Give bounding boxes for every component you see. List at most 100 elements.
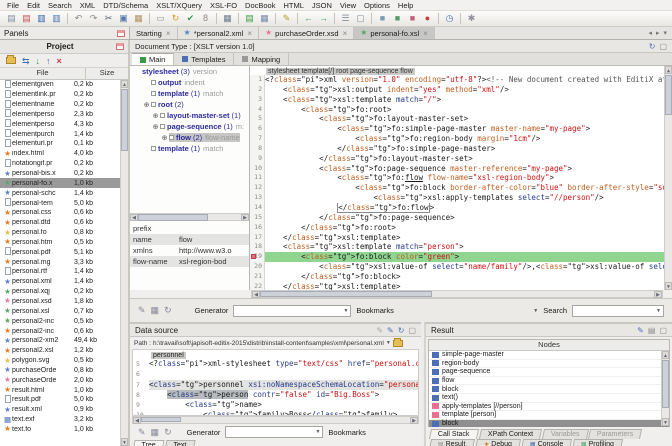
- node-row[interactable]: block: [429, 385, 669, 394]
- file-row[interactable]: ★personal2-xm249,4 kb: [0, 336, 120, 346]
- preview-icon[interactable]: ▭: [154, 12, 167, 25]
- forward-icon[interactable]: →: [317, 12, 330, 25]
- close-tab-icon[interactable]: ×: [343, 29, 348, 38]
- panels-float-icon[interactable]: [117, 30, 125, 37]
- element-green-icon[interactable]: ■: [391, 12, 404, 25]
- refresh-project-icon[interactable]: ⇆: [22, 56, 30, 66]
- menu-xslt-xquery[interactable]: XSLT/XQuery: [152, 1, 206, 10]
- save-icon[interactable]: ▥: [35, 12, 48, 25]
- data-source-line-8[interactable]: 8 <class="tg">person contr="false" id="B…: [133, 390, 418, 400]
- tree-item-flow[interactable]: ⊕flow(2)flow-name: [130, 132, 249, 143]
- file-row[interactable]: ★personal.dtd0,6 kb: [0, 218, 120, 228]
- tab-Starting[interactable]: Starting×: [130, 27, 178, 39]
- code-line-9[interactable]: 9 </class="tg">fo:layout-master-set>: [250, 154, 672, 164]
- file-row[interactable]: ★personal.xsl0,7 kb: [0, 306, 120, 316]
- file-row[interactable]: ▦text.exf3,2 kb: [0, 415, 120, 425]
- menu-json[interactable]: JSON: [308, 1, 336, 10]
- edit-result-icon[interactable]: ✎: [637, 326, 644, 335]
- code-line-8[interactable]: 8 </class="tg">fo:simple-page-master>: [250, 144, 672, 154]
- element-breadcrumb[interactable]: stylesheet template[/] root page-sequenc…: [250, 66, 672, 75]
- size-column-header[interactable]: Size: [86, 68, 128, 79]
- tab--personal2-xml[interactable]: ★*personal2.xml×: [178, 27, 259, 39]
- xslt-code-editor[interactable]: stylesheet template[/] root page-sequenc…: [250, 66, 672, 290]
- menu-xml[interactable]: XML: [76, 1, 99, 10]
- new-document-icon[interactable]: ▤: [5, 12, 18, 25]
- file-row[interactable]: ★result.html1,0 kb: [0, 385, 120, 395]
- code-line-7[interactable]: 7 <class="tg">fo:region-body margin="1cm…: [250, 134, 672, 144]
- code-line-2[interactable]: 2 <class="tg">xsl:output indent="yes" me…: [250, 85, 672, 95]
- file-row[interactable]: ★personal.htm0,5 kb: [0, 238, 120, 248]
- tab-personal-fo-xsl[interactable]: ★personal-fo.xsl×: [354, 27, 435, 39]
- node-row[interactable]: apply-templates [//person]: [429, 403, 669, 412]
- document-green-icon[interactable]: ▤: [243, 12, 256, 25]
- project-scrollbar[interactable]: ▲ ▼: [120, 80, 128, 446]
- project-float-icon[interactable]: [116, 43, 124, 50]
- generator-run-icon[interactable]: ↻: [164, 305, 172, 316]
- file-row[interactable]: ★personal2-inc0,6 kb: [0, 326, 120, 336]
- data-source-scrollbar[interactable]: ◀ ▶: [132, 416, 419, 424]
- file-row[interactable]: personal.rtf1,4 kb: [0, 267, 120, 277]
- scroll-right-icon[interactable]: ▶: [410, 417, 418, 424]
- data-source-tab-tree[interactable]: Tree: [133, 440, 164, 446]
- menu-search[interactable]: Search: [44, 1, 76, 10]
- file-row[interactable]: ★personal.xqj0,2 kb: [0, 287, 120, 297]
- tree-item-layout-master-set[interactable]: ⊕layout-master-set(1): [130, 110, 249, 121]
- edit-source-icon[interactable]: ✎: [387, 326, 394, 335]
- search-combo[interactable]: ▼: [572, 305, 664, 317]
- close-tab-icon[interactable]: ×: [247, 29, 252, 38]
- file-row[interactable]: ★personal.mg3,3 kb: [0, 257, 120, 267]
- bottom-tab-console[interactable]: ▦Console: [520, 439, 571, 446]
- file-row[interactable]: ★personal.xml1,4 kb: [0, 277, 120, 287]
- code-line-19[interactable]: 19 <class="tg">fo:block color="green">: [250, 252, 672, 262]
- tab-scroll-right-icon[interactable]: ▸: [656, 29, 660, 37]
- editor-tab-mapping[interactable]: Mapping: [234, 53, 289, 65]
- node-row[interactable]: page-sequence: [429, 368, 669, 377]
- code-line-10[interactable]: 10 <class="tg">fo:page-sequence master-r…: [250, 164, 672, 174]
- code-line-3[interactable]: 3 <class="tg">xsl:template match="/">: [250, 95, 672, 105]
- menu-file[interactable]: File: [3, 1, 23, 10]
- file-row[interactable]: elementpurch1,4 kb: [0, 129, 120, 139]
- edit-icon[interactable]: ✎: [280, 12, 293, 25]
- code-line-5[interactable]: 5 <class="tg">fo:layout-master-set>: [250, 114, 672, 124]
- schedule-icon[interactable]: ◷: [443, 12, 456, 25]
- file-row[interactable]: ★personal-fo.x1,0 kb: [0, 178, 120, 188]
- menu-docbook[interactable]: DocBook: [241, 1, 279, 10]
- file-row[interactable]: ★purchaseOrde2,0 kb: [0, 375, 120, 385]
- code-line-1[interactable]: 1<?class="pi">xml version="1.0" encoding…: [250, 75, 672, 85]
- code-line-15[interactable]: 15 </class="tg">fo:page-sequence>: [250, 213, 672, 223]
- node-row[interactable]: region-body: [429, 360, 669, 369]
- code-line-20[interactable]: 20 <class="tg">xsl:value-of select="name…: [250, 262, 672, 272]
- move-up-icon[interactable]: ↑: [46, 56, 51, 66]
- code-line-12[interactable]: 12 <class="tg">fo:block border-after-col…: [250, 183, 672, 193]
- file-row[interactable]: ★personal.css0,6 kb: [0, 208, 120, 218]
- tree-horizontal-scrollbar[interactable]: ◀ ▶: [130, 213, 249, 221]
- file-row[interactable]: elementurl.pr0,1 kb: [0, 139, 120, 149]
- code-line-18[interactable]: 18 <class="tg">xsl:template match="perso…: [250, 242, 672, 252]
- file-row[interactable]: ★personal2.xsl1,2 kb: [0, 346, 120, 356]
- file-row[interactable]: notationgif.pr0,2 kb: [0, 159, 120, 169]
- close-tab-icon[interactable]: ×: [423, 29, 428, 38]
- code-line-21[interactable]: 21 </class="tg">fo:block>: [250, 272, 672, 282]
- generator-combo[interactable]: ▼: [225, 426, 323, 438]
- code-line-13[interactable]: 13 <class="tg">xsl:apply-templates selec…: [250, 193, 672, 203]
- editor-tab-templates[interactable]: Templates: [174, 53, 234, 65]
- refresh-icon[interactable]: ↻: [169, 12, 182, 25]
- result-document-icon[interactable]: ▤: [648, 326, 656, 335]
- generator-combo[interactable]: ▼: [233, 305, 351, 317]
- file-row[interactable]: ★personal-schc1,4 kb: [0, 188, 120, 198]
- bottom-tab-debug[interactable]: ★Debug: [474, 439, 520, 446]
- code-line-16[interactable]: 16 </class="tg">fo:root>: [250, 223, 672, 233]
- table-view-icon[interactable]: ▦: [151, 305, 160, 316]
- editor-refresh-icon[interactable]: ↻: [649, 42, 656, 51]
- tree-item-root[interactable]: ⊕root(2): [130, 99, 249, 110]
- data-source-line-9[interactable]: 9 <class="tg">name>: [133, 400, 418, 410]
- code-line-6[interactable]: 6 <class="tg">fo:simple-page-master mast…: [250, 124, 672, 134]
- node-row[interactable]: text(): [429, 394, 669, 403]
- tree-item-template[interactable]: template(1)match: [130, 88, 249, 99]
- code-line-11[interactable]: 11 <class="tg">fo:flow flow-name="xsl-re…: [250, 173, 672, 183]
- file-row[interactable]: ★index.html4,0 kb: [0, 149, 120, 159]
- menu-options[interactable]: Options: [360, 1, 394, 10]
- attribute-row[interactable]: xmlnshttp://www.w3.o: [130, 245, 249, 256]
- file-row[interactable]: result.pdf5,0 kb: [0, 395, 120, 405]
- bottom-tab-result[interactable]: ▤Result: [429, 439, 475, 446]
